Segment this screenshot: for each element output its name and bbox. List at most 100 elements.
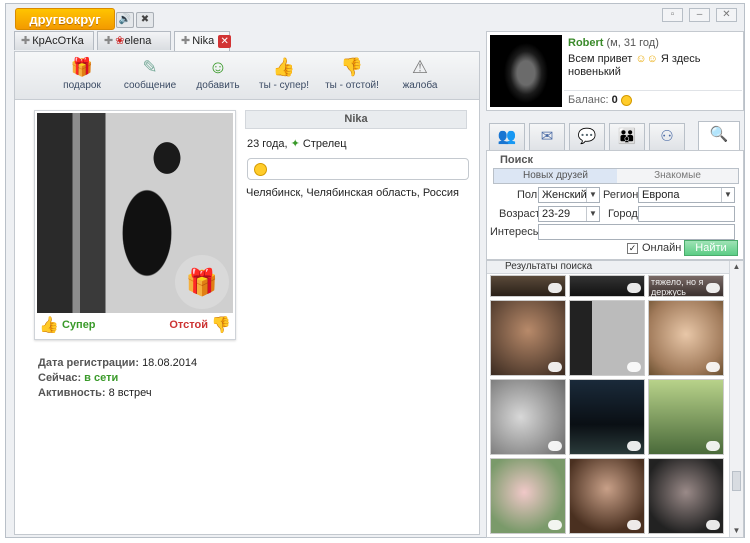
smile-icon — [254, 163, 267, 176]
find-button[interactable]: Найти — [684, 240, 738, 256]
result-photo[interactable] — [648, 379, 724, 455]
add-user-icon: ☺ — [208, 57, 228, 77]
gift-button[interactable]: 🎁 подарок — [47, 56, 117, 91]
chat-bubble-icon — [706, 520, 720, 530]
search-results: Результаты поиска ▲ ▼ тяжело, но я держу… — [486, 260, 744, 538]
search-tabs: 👥 ✉ 💬 👪 ⚇ 🔍 — [486, 121, 744, 151]
region-select[interactable]: Европа ▼ — [638, 187, 735, 203]
app-window: другвокруг 🔊 ✖ ▫ – ✕ ✚ КрАсОтКа ✚ ❀elena ✚… — [5, 3, 745, 538]
bad-button[interactable]: 👎 ты - отстой! — [317, 56, 387, 91]
chat-bubble-icon — [548, 441, 562, 451]
minimize-icon[interactable]: – — [689, 8, 710, 22]
close-tab-icon[interactable]: ✕ — [218, 35, 232, 48]
thumbs-up-icon: 👍 — [39, 317, 59, 334]
seg-known[interactable]: Знакомые — [617, 169, 738, 183]
sex-label: Пол — [517, 189, 538, 201]
thumbs-up-icon: 👍 — [272, 57, 296, 77]
scroll-down-icon[interactable]: ▼ — [730, 525, 743, 537]
super-button[interactable]: 👍 ты - супер! — [249, 56, 319, 91]
search-tab-icon[interactable]: 🔍 — [698, 121, 740, 151]
message-icon: ✎ — [142, 57, 158, 77]
result-photo[interactable] — [490, 275, 566, 297]
bluetooth-tab-icon[interactable]: ⚇ — [649, 123, 685, 151]
tab-krasotka[interactable]: ✚ КрАсОтКа — [14, 31, 94, 50]
restore-icon[interactable]: ▫ — [662, 8, 683, 22]
thumbs-down-icon: 👎 — [211, 317, 231, 334]
age-zodiac: 23 года, ✦ Стрелец — [247, 138, 347, 150]
warning-icon: ⚠ — [411, 57, 429, 77]
friends-tab-icon[interactable]: 👥 — [489, 123, 525, 151]
tools-icon[interactable]: ✖ — [136, 12, 154, 28]
status-bubble — [247, 158, 469, 180]
vote-bad-button[interactable]: Отстой 👎 — [169, 315, 231, 335]
interests-input[interactable] — [538, 224, 735, 240]
user-name: Robert (м, 31 год) — [568, 37, 659, 49]
mail-tab-icon[interactable]: ✉ — [529, 123, 565, 151]
complaint-button[interactable]: ⚠ жалоба — [385, 56, 455, 91]
chat-bubble-icon — [627, 283, 641, 293]
chat-bubble-icon — [706, 441, 720, 451]
search-title: Поиск — [500, 154, 534, 166]
zodiac-icon: ✦ — [290, 138, 300, 150]
plus-icon: ✚ — [21, 35, 31, 47]
chat-bubble-icon — [706, 362, 720, 372]
chat-bubble-icon — [548, 283, 562, 293]
results-header: Результаты поиска — [487, 261, 729, 274]
chat-tab-icon[interactable]: 💬 — [569, 123, 605, 151]
profile-photo-card: 🎁 👍 Супер Отстой 👎 — [34, 110, 236, 340]
speaker-icon[interactable]: 🔊 — [116, 12, 134, 28]
chevron-down-icon: ▼ — [721, 188, 734, 202]
profile-panel: 🎁 подарок ✎ сообщение ☺ добавить 👍 ты - … — [14, 51, 480, 535]
scroll-thumb[interactable] — [732, 471, 741, 491]
profile-name: Nika — [245, 110, 467, 129]
result-photo[interactable] — [569, 379, 645, 455]
result-photo[interactable] — [648, 300, 724, 376]
profile-info: Дата регистрации: 18.08.2014 Сейчас: в с… — [38, 357, 198, 399]
location: Челябинск, Челябинская область, Россия — [246, 187, 459, 199]
interests-label: Интересы — [490, 226, 541, 238]
tab-elena[interactable]: ✚ ❀elena — [97, 31, 171, 50]
group-tab-icon[interactable]: 👪 — [609, 123, 645, 151]
profile-photo[interactable]: 🎁 — [37, 113, 233, 313]
message-button[interactable]: ✎ сообщение — [115, 56, 185, 91]
app-logo[interactable]: другвокруг — [15, 8, 115, 30]
result-photo[interactable]: тяжело, но я держусь — [648, 275, 724, 297]
result-photo[interactable] — [569, 458, 645, 534]
online-checkbox[interactable]: ✓ — [627, 243, 638, 254]
vote-super-button[interactable]: 👍 Супер — [39, 315, 96, 335]
chevron-down-icon: ▼ — [586, 207, 599, 221]
avatar[interactable] — [490, 35, 562, 107]
search-mode-switch: Новых друзей Знакомые — [493, 168, 739, 184]
balance: Баланс: 0 — [564, 90, 742, 109]
plus-icon: ✚ — [181, 35, 191, 47]
city-label: Город — [608, 208, 638, 220]
results-scrollbar[interactable]: ▲ ▼ — [729, 261, 743, 537]
online-label: Онлайн — [642, 242, 682, 254]
user-status[interactable]: Всем привет ☺☺ Я здесь новенький — [568, 53, 738, 79]
chat-bubble-icon — [627, 441, 641, 451]
sex-select[interactable]: Женский ▼ — [538, 187, 600, 203]
close-icon[interactable]: ✕ — [716, 8, 737, 22]
chevron-down-icon: ▼ — [586, 188, 599, 202]
age-select[interactable]: 23-29 ▼ — [538, 206, 600, 222]
result-photo[interactable] — [490, 300, 566, 376]
plus-icon: ✚ — [104, 35, 114, 47]
coin-icon — [620, 94, 632, 106]
result-photo[interactable] — [490, 379, 566, 455]
seg-new-friends[interactable]: Новых друзей — [494, 169, 617, 183]
thumbs-down-icon: 👎 — [340, 57, 364, 77]
result-photo[interactable] — [490, 458, 566, 534]
tab-nika[interactable]: ✚ Nika ✕ — [174, 31, 232, 51]
city-input[interactable] — [638, 206, 735, 222]
gift-icon[interactable]: 🎁 — [175, 255, 229, 309]
chat-bubble-icon — [706, 283, 720, 293]
add-friend-button[interactable]: ☺ добавить — [183, 56, 253, 91]
result-photo[interactable] — [569, 300, 645, 376]
result-photo[interactable] — [569, 275, 645, 297]
search-panel: Поиск Новых друзей Знакомые Пол Женский ▼… — [486, 150, 744, 260]
result-photo[interactable] — [648, 458, 724, 534]
chat-bubble-icon — [627, 520, 641, 530]
chat-bubble-icon — [548, 362, 562, 372]
age-label: Возраст — [499, 208, 541, 220]
scroll-up-icon[interactable]: ▲ — [730, 261, 743, 273]
